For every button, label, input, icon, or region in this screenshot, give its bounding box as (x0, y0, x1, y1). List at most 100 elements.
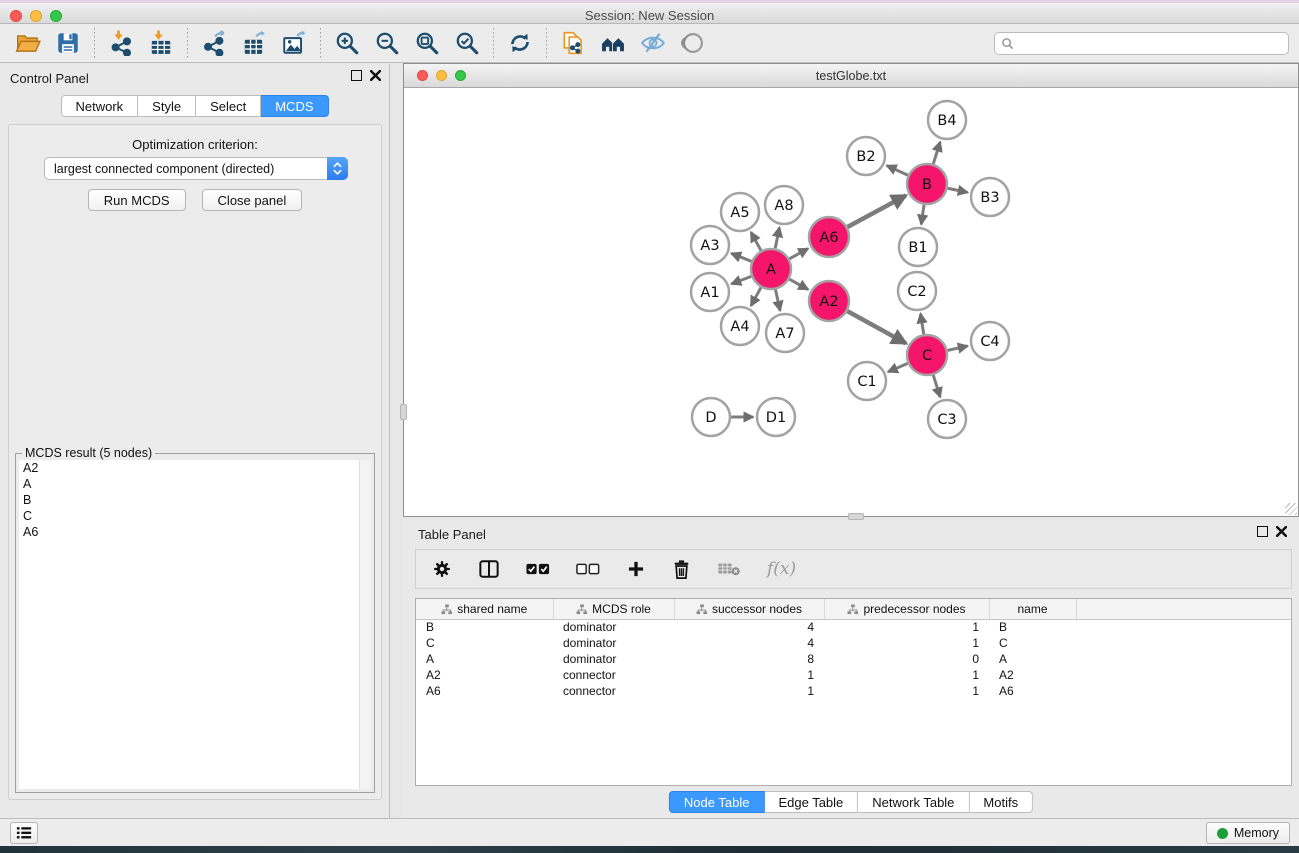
graph-edge[interactable] (731, 253, 751, 261)
graph-edge[interactable] (921, 205, 924, 224)
clone-network-button[interactable] (553, 27, 593, 59)
cell-successor-nodes[interactable]: 4 (674, 635, 824, 651)
graph-edge[interactable] (775, 290, 780, 311)
hide-graphics-details-button[interactable] (633, 27, 673, 59)
cell-name[interactable]: C (989, 635, 1076, 651)
cell-predecessor-nodes[interactable]: 1 (824, 683, 989, 699)
graph-edge[interactable] (751, 232, 761, 250)
tab-node-table[interactable]: Node Table (669, 791, 765, 813)
table-row[interactable]: A6 connector 1 1 A6 (416, 683, 1291, 699)
search-input[interactable] (1014, 37, 1288, 51)
cell-successor-nodes[interactable]: 1 (674, 683, 824, 699)
cell-name[interactable]: B (989, 619, 1076, 635)
close-panel-button[interactable]: Close panel (202, 189, 303, 211)
column-header-mcds-role[interactable]: MCDS role (553, 599, 674, 619)
tab-network-table[interactable]: Network Table (858, 791, 969, 813)
cell-shared-name[interactable]: B (416, 619, 553, 635)
zoom-in-button[interactable] (327, 27, 367, 59)
table-row[interactable]: A dominator 8 0 A (416, 651, 1291, 667)
window-resize-grip[interactable] (1285, 503, 1297, 515)
network-canvas[interactable]: B4B2BB3A5A8A6A3B1AA1C2A2A4A7C4CC1C3DD1 (404, 88, 1298, 516)
export-network-button[interactable] (194, 27, 234, 59)
graph-edge[interactable] (732, 276, 752, 283)
tab-motifs[interactable]: Motifs (969, 791, 1033, 813)
close-panel-icon[interactable] (1276, 526, 1287, 537)
graph-edge[interactable] (888, 363, 908, 372)
cell-shared-name[interactable]: A (416, 651, 553, 667)
column-header-name[interactable]: name (989, 599, 1076, 619)
list-item[interactable]: A6 (19, 524, 371, 540)
zoom-out-button[interactable] (367, 27, 407, 59)
import-table-button[interactable] (141, 27, 181, 59)
cell-successor-nodes[interactable]: 8 (674, 651, 824, 667)
column-header-successor-nodes[interactable]: successor nodes (674, 599, 824, 619)
memory-button[interactable]: Memory (1206, 822, 1290, 844)
first-neighbors-button[interactable] (593, 27, 633, 59)
cell-mcds-role[interactable]: connector (553, 667, 674, 683)
graph-edge[interactable] (948, 188, 968, 192)
table-options-button[interactable] (432, 554, 452, 584)
graph-edge[interactable] (921, 314, 924, 335)
graph-edge[interactable] (847, 195, 905, 227)
cell-shared-name[interactable]: C (416, 635, 553, 651)
graph-edge[interactable] (751, 287, 761, 305)
cell-predecessor-nodes[interactable]: 1 (824, 619, 989, 635)
table-row[interactable]: A2 connector 1 1 A2 (416, 667, 1291, 683)
table-row[interactable]: C dominator 4 1 C (416, 635, 1291, 651)
list-item[interactable]: C (19, 508, 371, 524)
show-columns-button[interactable] (478, 554, 500, 584)
cell-mcds-role[interactable]: dominator (553, 619, 674, 635)
list-item[interactable]: A2 (19, 460, 371, 476)
tab-style[interactable]: Style (138, 95, 196, 117)
task-history-button[interactable] (10, 822, 38, 844)
zoom-fit-button[interactable] (407, 27, 447, 59)
graph-edge[interactable] (947, 346, 967, 350)
graph-edge[interactable] (887, 166, 908, 176)
cell-shared-name[interactable]: A6 (416, 683, 553, 699)
cell-successor-nodes[interactable]: 1 (674, 667, 824, 683)
delete-rows-button[interactable] (672, 554, 691, 584)
panel-grab-handle[interactable] (400, 404, 407, 420)
column-header-predecessor-nodes[interactable]: predecessor nodes (824, 599, 989, 619)
import-network-button[interactable] (101, 27, 141, 59)
cell-mcds-role[interactable]: connector (553, 683, 674, 699)
graph-edge[interactable] (933, 142, 940, 164)
export-table-button[interactable] (234, 27, 274, 59)
cell-predecessor-nodes[interactable]: 1 (824, 667, 989, 683)
panel-grab-handle[interactable] (848, 513, 864, 520)
cell-name[interactable]: A2 (989, 667, 1076, 683)
float-panel-icon[interactable] (351, 70, 362, 81)
float-panel-icon[interactable] (1257, 526, 1268, 537)
list-item[interactable]: A (19, 476, 371, 492)
node-table[interactable]: shared name MCDS role successor nodes pr… (415, 598, 1292, 786)
run-mcds-button[interactable]: Run MCDS (88, 189, 186, 211)
select-all-button[interactable] (526, 554, 550, 584)
graph-edge[interactable] (847, 311, 906, 343)
deselect-all-button[interactable] (576, 554, 600, 584)
graph-edge[interactable] (775, 228, 779, 249)
close-panel-icon[interactable] (370, 70, 381, 81)
scrollbar-track[interactable] (359, 460, 371, 789)
column-header-shared-name[interactable]: shared name (416, 599, 553, 619)
refresh-network-button[interactable] (500, 27, 540, 59)
cell-mcds-role[interactable]: dominator (553, 651, 674, 667)
tab-select[interactable]: Select (196, 95, 261, 117)
graph-edge[interactable] (933, 375, 940, 397)
cell-predecessor-nodes[interactable]: 1 (824, 635, 989, 651)
table-row[interactable]: B dominator 4 1 B (416, 619, 1291, 635)
optimization-criterion-dropdown[interactable]: largest connected component (directed) (44, 157, 348, 180)
graph-edge[interactable] (789, 249, 808, 259)
cell-predecessor-nodes[interactable]: 0 (824, 651, 989, 667)
mcds-result-list[interactable]: A2 A B C A6 (19, 460, 371, 789)
cell-name[interactable]: A (989, 651, 1076, 667)
graph-edge[interactable] (789, 279, 808, 289)
open-session-button[interactable] (8, 27, 48, 59)
tab-mcds[interactable]: MCDS (261, 95, 328, 117)
add-row-button[interactable] (626, 554, 646, 584)
cell-mcds-role[interactable]: dominator (553, 635, 674, 651)
cell-shared-name[interactable]: A2 (416, 667, 553, 683)
cell-successor-nodes[interactable]: 4 (674, 619, 824, 635)
export-image-button[interactable] (274, 27, 314, 59)
cell-name[interactable]: A6 (989, 683, 1076, 699)
tab-network[interactable]: Network (60, 95, 138, 117)
